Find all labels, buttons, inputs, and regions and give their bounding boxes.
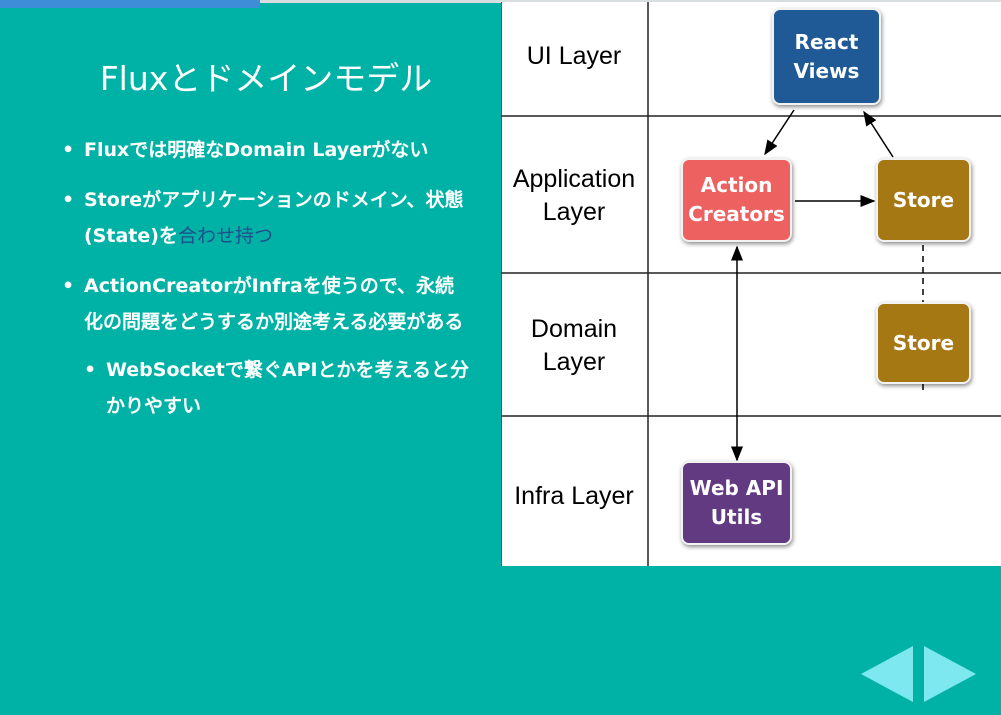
layer-label-ui: UI Layer bbox=[526, 42, 622, 70]
sub-bullet-item: WebSocketで繋ぐAPIとかを考えると分かりやすい bbox=[84, 352, 472, 424]
flux-architecture-diagram: UI Layer Application Layer Domain Layer … bbox=[501, 2, 1001, 566]
bullet-item: Fluxでは明確なDomain Layerがない bbox=[62, 132, 472, 168]
store-box-domain: Store bbox=[876, 302, 971, 384]
store-box-application: Store bbox=[876, 158, 971, 242]
bullet-list: Fluxでは明確なDomain Layerがない Storeがアプリケーションの… bbox=[62, 132, 472, 438]
arrow-store-to-views bbox=[863, 110, 894, 158]
sub-bullet-list: WebSocketで繋ぐAPIとかを考えると分かりやすい bbox=[84, 352, 472, 424]
triangle-left-icon bbox=[861, 646, 913, 702]
bullet-item: ActionCreatorがInfraを使うので、永続化の問題をどうするか別途考… bbox=[62, 268, 472, 424]
layer-label-application: Application Layer bbox=[512, 165, 636, 226]
react-views-box: React Views bbox=[772, 8, 881, 105]
triangle-right-icon bbox=[924, 646, 976, 702]
progress-bar bbox=[0, 0, 261, 8]
previous-slide-button[interactable] bbox=[861, 646, 913, 702]
layer-label-domain: Domain Layer bbox=[530, 315, 618, 376]
action-creators-box: Action Creators bbox=[681, 158, 792, 242]
next-slide-button[interactable] bbox=[924, 646, 976, 702]
bullet-item: Storeがアプリケーションのドメイン、状態(State)を合わせ持つ bbox=[62, 182, 472, 254]
slide-title: Fluxとドメインモデル bbox=[99, 59, 433, 98]
bullet-text: ActionCreatorがInfraを使うので、永続化の問題をどうするか別途考… bbox=[84, 275, 464, 333]
sub-bullet-text: WebSocketで繋ぐAPIとかを考えると分かりやすい bbox=[106, 359, 469, 417]
highlighted-link[interactable]: 合わせ持つ bbox=[178, 225, 273, 247]
bullet-text: Fluxでは明確なDomain Layerがない bbox=[84, 139, 429, 161]
layer-label-infra: Infra Layer bbox=[514, 482, 634, 510]
bullet-text: Storeがアプリケーションのドメイン、状態(State)を bbox=[84, 189, 464, 247]
web-api-utils-box: Web API Utils bbox=[681, 461, 792, 545]
